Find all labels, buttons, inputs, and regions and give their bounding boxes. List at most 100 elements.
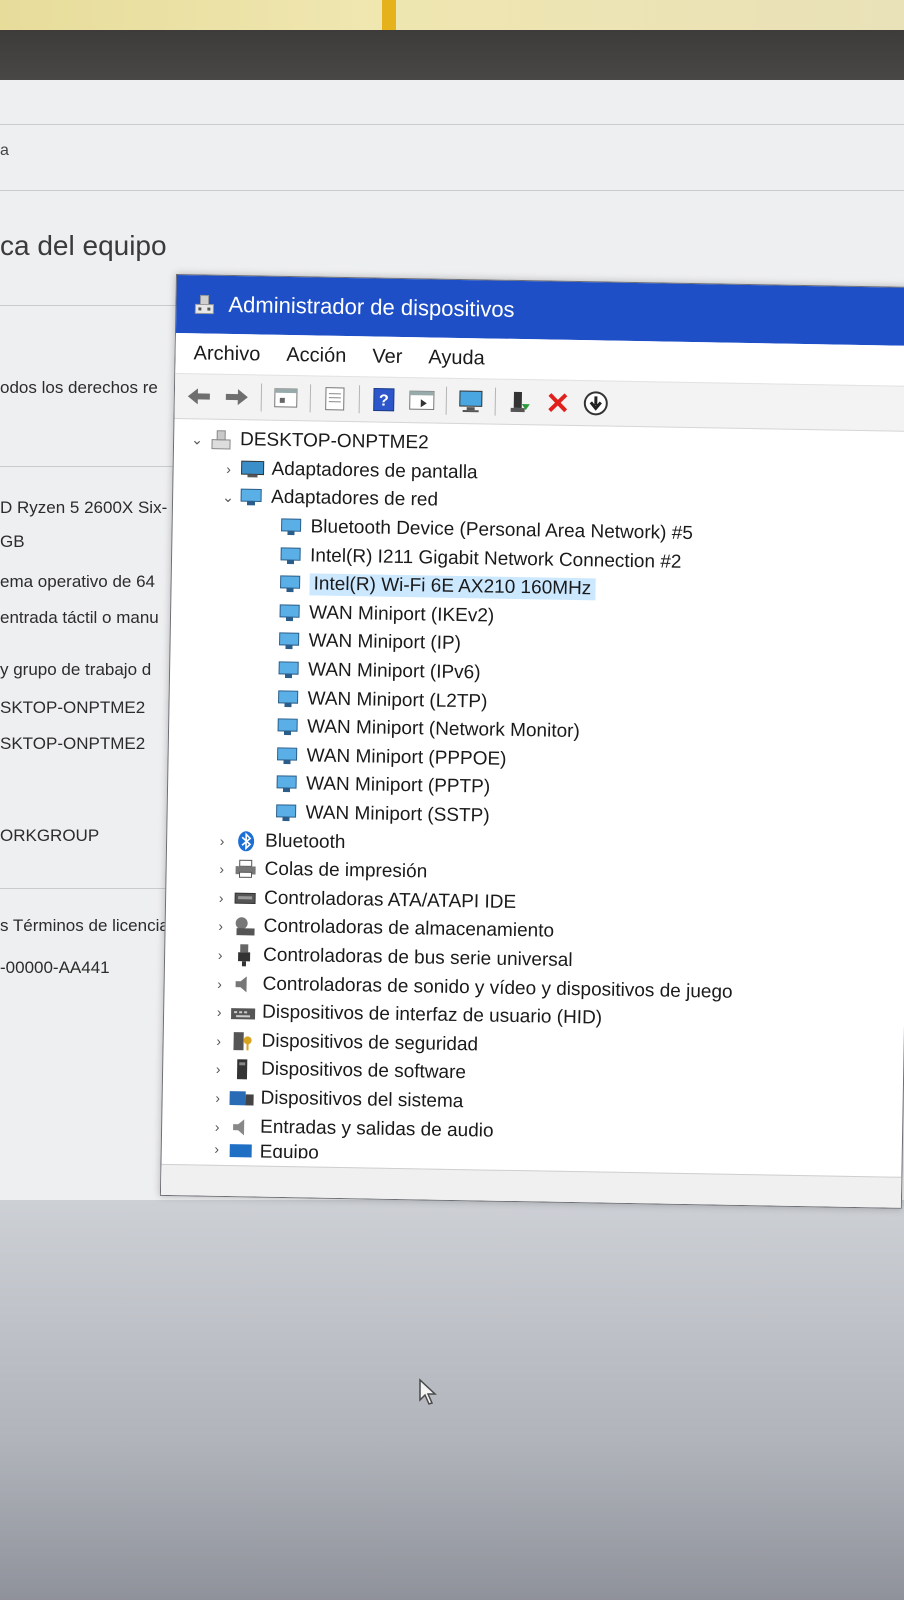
device-label: WAN Miniport (PPPOE) [306, 745, 507, 770]
driver-icon[interactable] [321, 385, 349, 413]
chevron-right-icon[interactable]: › [208, 1004, 230, 1020]
device-label: WAN Miniport (PPTP) [305, 773, 491, 798]
add-driver-icon[interactable] [506, 388, 534, 416]
display-adapter-icon [239, 458, 265, 480]
toolbar-separator [260, 383, 263, 412]
chevron-right-icon[interactable]: › [209, 918, 231, 934]
monitor-scan-icon[interactable] [457, 387, 485, 415]
chevron-right-icon[interactable]: › [210, 861, 232, 877]
menu-archivo[interactable]: Archivo [193, 342, 260, 366]
bg-copyright: odos los derechos re [0, 378, 158, 397]
chevron-right-icon[interactable]: › [217, 461, 239, 477]
update-down-icon[interactable] [582, 389, 610, 417]
chevron-down-icon[interactable]: ⌄ [217, 489, 239, 506]
network-adapter-icon [275, 716, 301, 738]
audio-speaker-icon [228, 1116, 254, 1138]
network-adapter-icon [278, 516, 304, 538]
bg-computer-name: SKTOP-ONPTME2 [0, 698, 146, 717]
network-adapter-icon [277, 602, 303, 624]
pen-object [382, 0, 396, 34]
network-adapter-icon [275, 687, 301, 709]
bg-license-link[interactable]: s Términos de licencia [0, 916, 169, 936]
network-adapter-icon [239, 487, 265, 509]
bg-full-name: SKTOP-ONPTME2 [0, 734, 146, 753]
computer-monitor-icon [227, 1141, 253, 1163]
bg-workgroup-heading: y grupo de trabajo d [0, 660, 152, 679]
divider [0, 888, 180, 889]
storage-controller-icon [231, 915, 257, 937]
category-label: Controladoras ATA/ATAPI IDE [263, 887, 517, 913]
device-label: Intel(R) I211 Gigabit Network Connection… [309, 545, 682, 573]
back-arrow-icon[interactable] [185, 382, 213, 410]
bg-page-title: ca del equipo [0, 230, 167, 261]
network-adapter-icon [276, 630, 302, 652]
speaker-icon [230, 973, 256, 995]
divider [0, 124, 904, 125]
network-adapter-icon [274, 745, 300, 767]
toolbar-separator [445, 386, 448, 415]
network-adapter-icon [273, 802, 299, 824]
category-label: Dispositivos de interfaz de usuario (HID… [261, 1001, 603, 1029]
network-adapter-icon [276, 659, 302, 681]
chevron-right-icon[interactable]: › [208, 975, 230, 991]
menu-ver[interactable]: Ver [372, 345, 402, 369]
help-icon[interactable]: ? [370, 385, 398, 413]
category-label: Bluetooth [264, 830, 346, 853]
device-label: WAN Miniport (IPv6) [307, 659, 481, 684]
uninstall-x-icon[interactable] [544, 388, 572, 416]
ide-controller-icon [232, 887, 258, 909]
bg-workgroup: ORKGROUP [0, 826, 100, 845]
menu-accion[interactable]: Acción [286, 343, 346, 367]
mouse-cursor-icon [419, 1378, 437, 1405]
bg-system-type: ema operativo de 64 [0, 572, 155, 591]
network-adapter-icon [278, 544, 304, 566]
divider [0, 190, 904, 191]
category-label: Dispositivos de seguridad [261, 1030, 479, 1056]
device-label: WAN Miniport (Network Monitor) [306, 716, 580, 743]
chevron-right-icon[interactable]: › [211, 832, 233, 848]
network-adapter-icon [277, 573, 303, 595]
chevron-down-icon[interactable]: ⌄ [186, 431, 208, 448]
bg-product-id: -00000-AA441 [0, 958, 110, 977]
chevron-right-icon[interactable]: › [207, 1061, 229, 1077]
category-label: Controladoras de bus serie universal [262, 944, 573, 972]
device-label: WAN Miniport (IP) [308, 630, 462, 655]
menu-ayuda[interactable]: Ayuda [428, 346, 485, 370]
view-icon[interactable] [408, 386, 436, 414]
chevron-right-icon[interactable]: › [210, 889, 232, 906]
category-label: Dispositivos de software [260, 1058, 467, 1084]
usb-icon [231, 944, 257, 967]
category-label: Equipo [259, 1141, 320, 1164]
root-label: DESKTOP-ONPTME2 [239, 429, 429, 454]
device-manager-window: Administrador de dispositivos Archivo Ac… [159, 274, 904, 1209]
chevron-right-icon[interactable]: › [206, 1118, 228, 1134]
device-label: WAN Miniport (SSTP) [305, 802, 490, 827]
svg-text:?: ? [379, 393, 389, 410]
category-label: Colas de impresión [264, 858, 428, 883]
chevron-right-icon[interactable]: › [206, 1090, 228, 1106]
security-key-icon [229, 1030, 255, 1052]
software-device-icon [229, 1058, 255, 1080]
bg-ram: GB [0, 532, 25, 551]
category-label: Adaptadores de red [270, 487, 439, 512]
device-tree: ⌄ DESKTOP-ONPTME2 › Adaptadores de panta… [162, 419, 904, 1169]
category-label: Adaptadores de pantalla [271, 458, 478, 484]
device-label: Intel(R) Wi-Fi 6E AX210 160MHz [309, 573, 596, 601]
forward-arrow-icon[interactable] [223, 383, 251, 411]
device-label: WAN Miniport (L2TP) [307, 688, 488, 713]
chevron-right-icon[interactable]: › [206, 1140, 228, 1157]
chevron-right-icon[interactable]: › [207, 1032, 229, 1049]
divider [0, 466, 180, 467]
bg-touch: entrada táctil o manu [0, 608, 159, 627]
printer-icon [232, 858, 258, 880]
category-label: Dispositivos del sistema [260, 1087, 464, 1113]
chevron-right-icon[interactable]: › [209, 947, 231, 963]
keyboard-icon [230, 1001, 256, 1023]
computer-icon [208, 429, 234, 451]
device-label: WAN Miniport (IKEv2) [308, 602, 495, 627]
window-title: Administrador de dispositivos [228, 291, 515, 322]
category-label: Entradas y salidas de audio [259, 1116, 494, 1142]
category-label: Controladoras de almacenamiento [263, 916, 555, 943]
device-manager-app-icon [194, 294, 214, 315]
properties-icon[interactable] [272, 384, 300, 412]
